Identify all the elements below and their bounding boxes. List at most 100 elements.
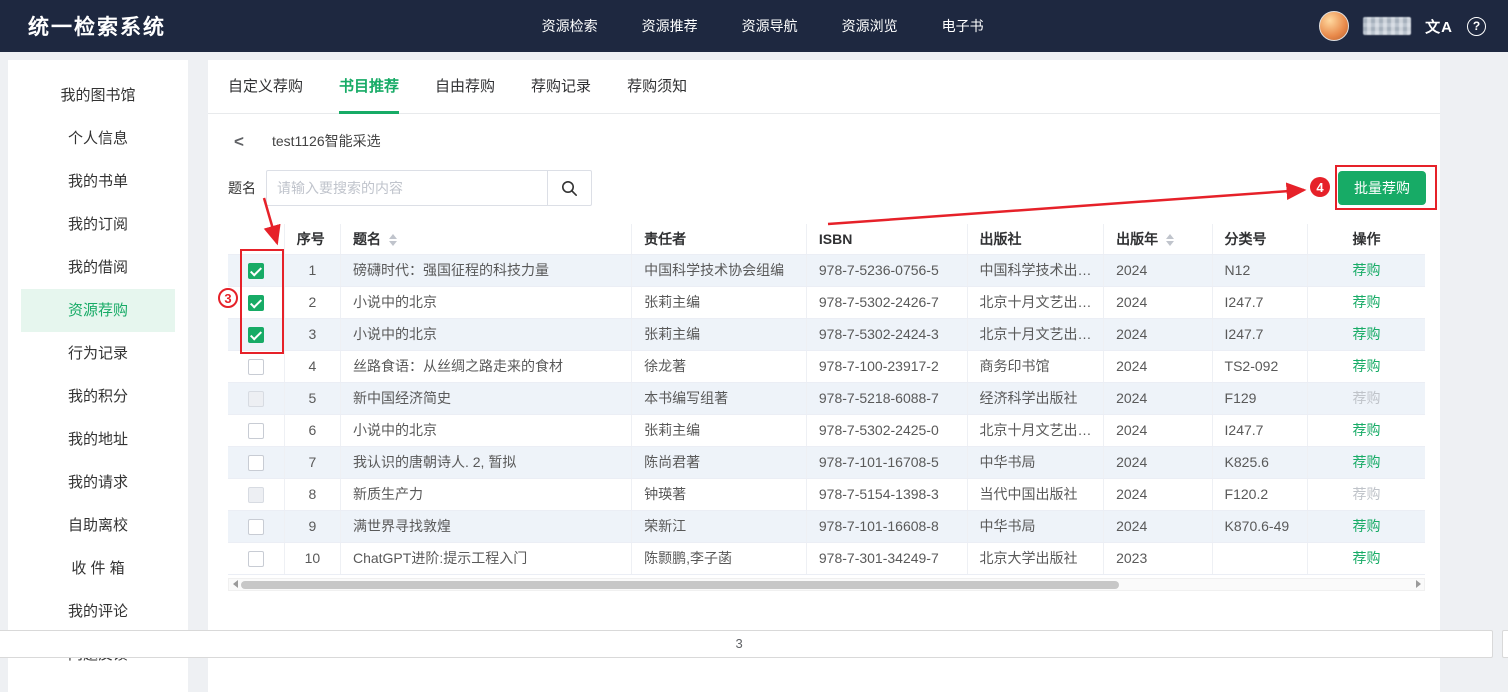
cell-isbn: 978-7-5236-0756-5 — [806, 254, 967, 286]
cell-author: 陈尚君著 — [632, 446, 807, 478]
action-cell: 荐购 — [1307, 318, 1425, 350]
row-checkbox[interactable] — [248, 295, 264, 311]
sidebar-item[interactable]: 个人信息 — [21, 117, 175, 160]
recommend-link[interactable]: 荐购 — [1352, 326, 1380, 342]
batch-recommend-button[interactable]: 批量荐购 — [1338, 171, 1426, 205]
scrollbar-thumb[interactable] — [241, 581, 1119, 589]
horizontal-scrollbar[interactable] — [228, 578, 1425, 591]
cell-isbn: 978-7-5302-2425-0 — [806, 414, 967, 446]
sidebar-item[interactable]: 行为记录 — [21, 332, 175, 375]
cell-title: 小说中的北京 — [340, 286, 631, 318]
column-header-label: 出版社 — [980, 231, 1022, 247]
sort-icon[interactable] — [389, 234, 397, 246]
sidebar-menu: 我的图书馆个人信息我的书单我的订阅我的借阅资源荐购行为记录我的积分我的地址我的请… — [8, 74, 188, 676]
cell-year: 2024 — [1104, 382, 1212, 414]
sidebar-item[interactable]: 我的评论 — [21, 590, 175, 633]
cell-author: 张莉主编 — [632, 286, 807, 318]
tab[interactable]: 自定义荐购 — [228, 60, 303, 114]
sidebar-item[interactable]: 我的请求 — [21, 461, 175, 504]
cell-publisher: 中华书局 — [967, 446, 1104, 478]
column-header[interactable]: 题名 — [340, 224, 631, 254]
sidebar-item[interactable]: 我的借阅 — [21, 246, 175, 289]
nav-item[interactable]: 资源检索 — [542, 16, 598, 36]
cell-title: 小说中的北京 — [340, 318, 631, 350]
cell-isbn: 978-7-5302-2424-3 — [806, 318, 967, 350]
cell-class_no: I247.7 — [1212, 286, 1307, 318]
topbar-right: 文A ? — [1319, 11, 1486, 41]
sidebar-item[interactable]: 资源荐购 — [21, 289, 175, 332]
cell-year: 2024 — [1104, 286, 1212, 318]
row-checkbox[interactable] — [248, 327, 264, 343]
cell-isbn: 978-7-5154-1398-3 — [806, 478, 967, 510]
sidebar-item[interactable]: 我的积分 — [21, 375, 175, 418]
checkbox-cell — [228, 286, 284, 318]
tab[interactable]: 荐购须知 — [627, 60, 687, 114]
checkbox-cell — [228, 414, 284, 446]
checkbox-cell — [228, 510, 284, 542]
sidebar-item[interactable]: 我的书单 — [21, 160, 175, 203]
avatar[interactable] — [1319, 11, 1349, 41]
recommend-link[interactable]: 荐购 — [1352, 550, 1380, 566]
row-checkbox[interactable] — [248, 551, 264, 567]
sort-icon[interactable] — [1166, 234, 1174, 246]
sidebar-item[interactable]: 收 件 箱 — [21, 547, 175, 590]
scrollbar-track[interactable] — [241, 579, 1412, 590]
cell-seq: 4 — [284, 350, 340, 382]
sidebar-item[interactable]: 我的地址 — [21, 418, 175, 461]
translate-icon[interactable]: 文A — [1425, 16, 1453, 37]
row-checkbox[interactable] — [248, 455, 264, 471]
cell-year: 2024 — [1104, 350, 1212, 382]
recommend-link[interactable]: 荐购 — [1352, 294, 1380, 310]
row-checkbox[interactable] — [248, 423, 264, 439]
recommend-link[interactable]: 荐购 — [1352, 518, 1380, 534]
page: 统一检索系统 资源检索资源推荐资源导航资源浏览电子书 文A ? 我的图书馆个人信… — [0, 0, 1508, 692]
scroll-right-icon[interactable] — [1412, 580, 1424, 588]
cell-isbn: 978-7-5302-2426-7 — [806, 286, 967, 318]
recommend-link[interactable]: 荐购 — [1352, 422, 1380, 438]
help-icon[interactable]: ? — [1467, 17, 1486, 36]
search-input[interactable] — [266, 170, 548, 206]
row-checkbox[interactable] — [248, 519, 264, 535]
row-checkbox[interactable] — [248, 263, 264, 279]
cell-publisher: 北京十月文艺出版社 — [967, 318, 1104, 350]
cell-author: 中国科学技术协会组编 — [632, 254, 807, 286]
nav-item[interactable]: 资源浏览 — [842, 16, 898, 36]
tab[interactable]: 荐购记录 — [531, 60, 591, 114]
cell-title: 磅礴时代：强国征程的科技力量 — [340, 254, 631, 286]
page-button[interactable]: 4 — [1502, 630, 1508, 658]
nav-item[interactable]: 资源推荐 — [642, 16, 698, 36]
table-row: 2小说中的北京张莉主编978-7-5302-2426-7北京十月文艺出版社202… — [228, 286, 1425, 318]
sidebar: 我的图书馆个人信息我的书单我的订阅我的借阅资源荐购行为记录我的积分我的地址我的请… — [8, 60, 188, 692]
cell-title: 新质生产力 — [340, 478, 631, 510]
cell-class_no: K870.6-49 — [1212, 510, 1307, 542]
nav-item[interactable]: 资源导航 — [742, 16, 798, 36]
sidebar-item[interactable]: 我的图书馆 — [21, 74, 175, 117]
cell-year: 2024 — [1104, 478, 1212, 510]
sidebar-item[interactable]: 自助离校 — [21, 504, 175, 547]
list-title: test1126智能采选 — [272, 131, 381, 151]
checkbox-cell — [228, 446, 284, 478]
cell-class_no: I247.7 — [1212, 414, 1307, 446]
cell-title: 丝路食语：从丝绸之路走来的食材 — [340, 350, 631, 382]
column-header[interactable]: 出版年 — [1104, 224, 1212, 254]
row-checkbox[interactable] — [248, 359, 264, 375]
recommend-link[interactable]: 荐购 — [1352, 454, 1380, 470]
sidebar-item[interactable]: 我的订阅 — [21, 203, 175, 246]
back-button[interactable]: < — [234, 133, 244, 150]
cell-title: 新中国经济简史 — [340, 382, 631, 414]
recommend-link[interactable]: 荐购 — [1352, 358, 1380, 374]
nav-item[interactable]: 电子书 — [942, 16, 984, 36]
cell-seq: 2 — [284, 286, 340, 318]
tab[interactable]: 书目推荐 — [339, 60, 399, 114]
column-header: 操作 — [1307, 224, 1425, 254]
column-header: 分类号 — [1212, 224, 1307, 254]
column-header-label: 责任者 — [644, 231, 686, 247]
page-button[interactable]: 3 — [0, 630, 1493, 658]
cell-year: 2024 — [1104, 254, 1212, 286]
search-button[interactable] — [548, 170, 592, 206]
books-table: 序号题名责任者ISBN出版社出版年分类号操作 1磅礴时代：强国征程的科技力量中国… — [228, 224, 1425, 575]
tab[interactable]: 自由荐购 — [435, 60, 495, 114]
scroll-left-icon[interactable] — [229, 580, 241, 588]
action-cell: 荐购 — [1307, 446, 1425, 478]
recommend-link[interactable]: 荐购 — [1352, 262, 1380, 278]
